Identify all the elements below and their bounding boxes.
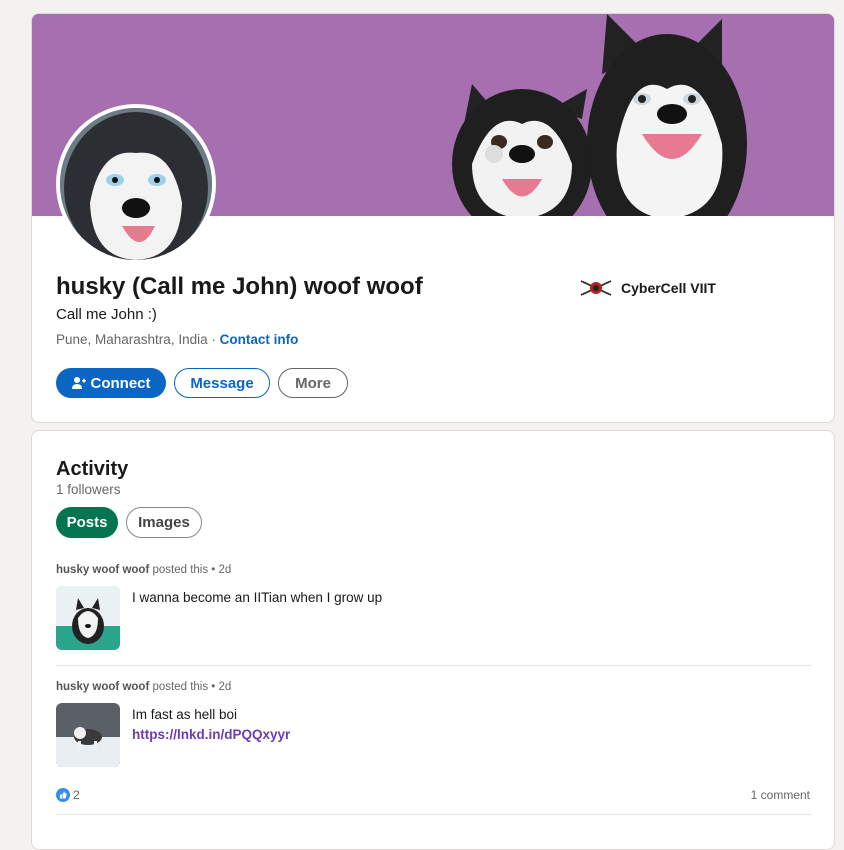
cybercell-logo-icon	[579, 277, 613, 299]
post-divider	[56, 814, 812, 815]
like-icon	[56, 788, 70, 802]
contact-info-link[interactable]: Contact info	[220, 332, 299, 347]
running-husky-image	[56, 703, 120, 767]
activity-card: Activity 1 followers Posts Images husky …	[31, 430, 835, 850]
post-timestamp: posted this • 2d	[149, 564, 232, 576]
tab-images[interactable]: Images	[126, 507, 202, 538]
post-thumbnail[interactable]	[56, 703, 120, 767]
connect-label: Connect	[90, 374, 151, 392]
post-link[interactable]: https://lnkd.in/dPQQxyyr	[132, 727, 290, 742]
profile-card: husky (Call me John) woof woof Call me J…	[31, 13, 835, 423]
location-row: Pune, Maharashtra, India · Contact info	[56, 332, 298, 347]
post-text[interactable]: Im fast as hell boi	[132, 707, 237, 722]
post-timestamp: posted this • 2d	[149, 681, 232, 693]
post-meta: husky woof woof posted this • 2d	[56, 564, 231, 576]
location-separator: ·	[207, 332, 220, 347]
post-author[interactable]: husky woof woof	[56, 564, 149, 576]
post-text[interactable]: I wanna become an IITian when I grow up	[132, 590, 382, 605]
husky-puppy-image	[56, 586, 120, 650]
current-company[interactable]: CyberCell VIIT	[579, 277, 716, 299]
profile-headline: Call me John :)	[56, 306, 157, 323]
profile-name: husky (Call me John) woof woof	[56, 273, 423, 300]
post-meta: husky woof woof posted this • 2d	[56, 681, 231, 693]
post-thumbnail[interactable]	[56, 586, 120, 650]
tab-posts[interactable]: Posts	[56, 507, 118, 538]
reactions-count[interactable]: 2	[56, 788, 80, 802]
post-author[interactable]: husky woof woof	[56, 681, 149, 693]
comments-count[interactable]: 1 comment	[751, 788, 810, 802]
profile-location: Pune, Maharashtra, India	[56, 332, 208, 347]
company-name: CyberCell VIIT	[621, 280, 716, 296]
followers-count: 1 followers	[56, 482, 121, 497]
message-button[interactable]: Message	[174, 368, 270, 398]
connect-button[interactable]: Connect	[56, 368, 166, 398]
add-person-icon	[71, 377, 86, 389]
husky-avatar-image	[60, 108, 212, 260]
profile-avatar[interactable]	[56, 104, 216, 264]
more-button[interactable]: More	[278, 368, 348, 398]
reactions-number: 2	[73, 788, 80, 802]
activity-title: Activity	[56, 458, 129, 480]
post-divider	[56, 665, 812, 666]
